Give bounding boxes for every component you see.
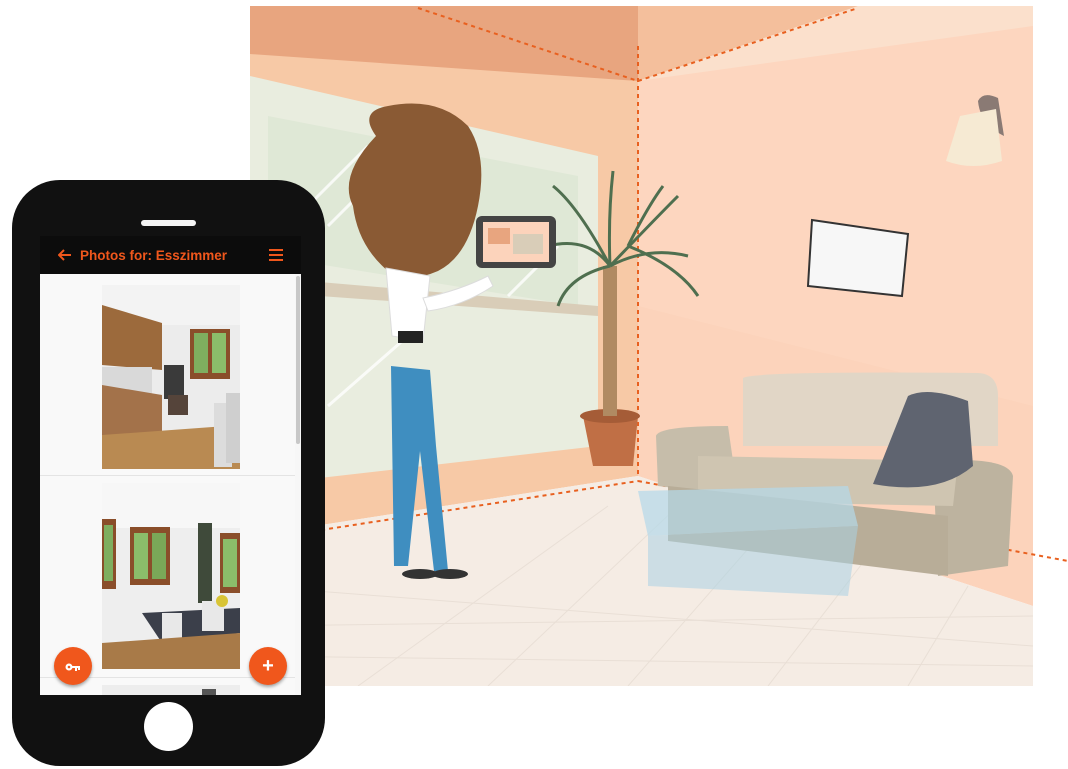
arrow-left-icon[interactable] [54, 249, 76, 261]
plus-icon: + [262, 654, 274, 677]
hamburger-menu-icon[interactable] [269, 249, 283, 261]
phone-speaker [141, 220, 196, 226]
home-button[interactable] [144, 702, 193, 751]
key-fab-button[interactable] [54, 647, 92, 685]
room-photo-partial[interactable] [102, 685, 240, 695]
add-photo-button[interactable]: + [249, 647, 287, 685]
key-icon [65, 655, 81, 678]
phone-screen: Photos for: Esszimmer + [40, 236, 301, 695]
room-illustration [208, 6, 1068, 686]
phone-mockup: Photos for: Esszimmer + [12, 180, 325, 766]
page-title: Photos for: Esszimmer [80, 247, 228, 263]
scrollbar[interactable] [296, 276, 300, 444]
photo-list[interactable] [40, 274, 301, 695]
app-bar: Photos for: Esszimmer [40, 236, 301, 274]
list-item[interactable] [40, 274, 295, 476]
dining-room-photo[interactable] [102, 483, 240, 669]
kitchen-photo[interactable] [102, 285, 240, 469]
